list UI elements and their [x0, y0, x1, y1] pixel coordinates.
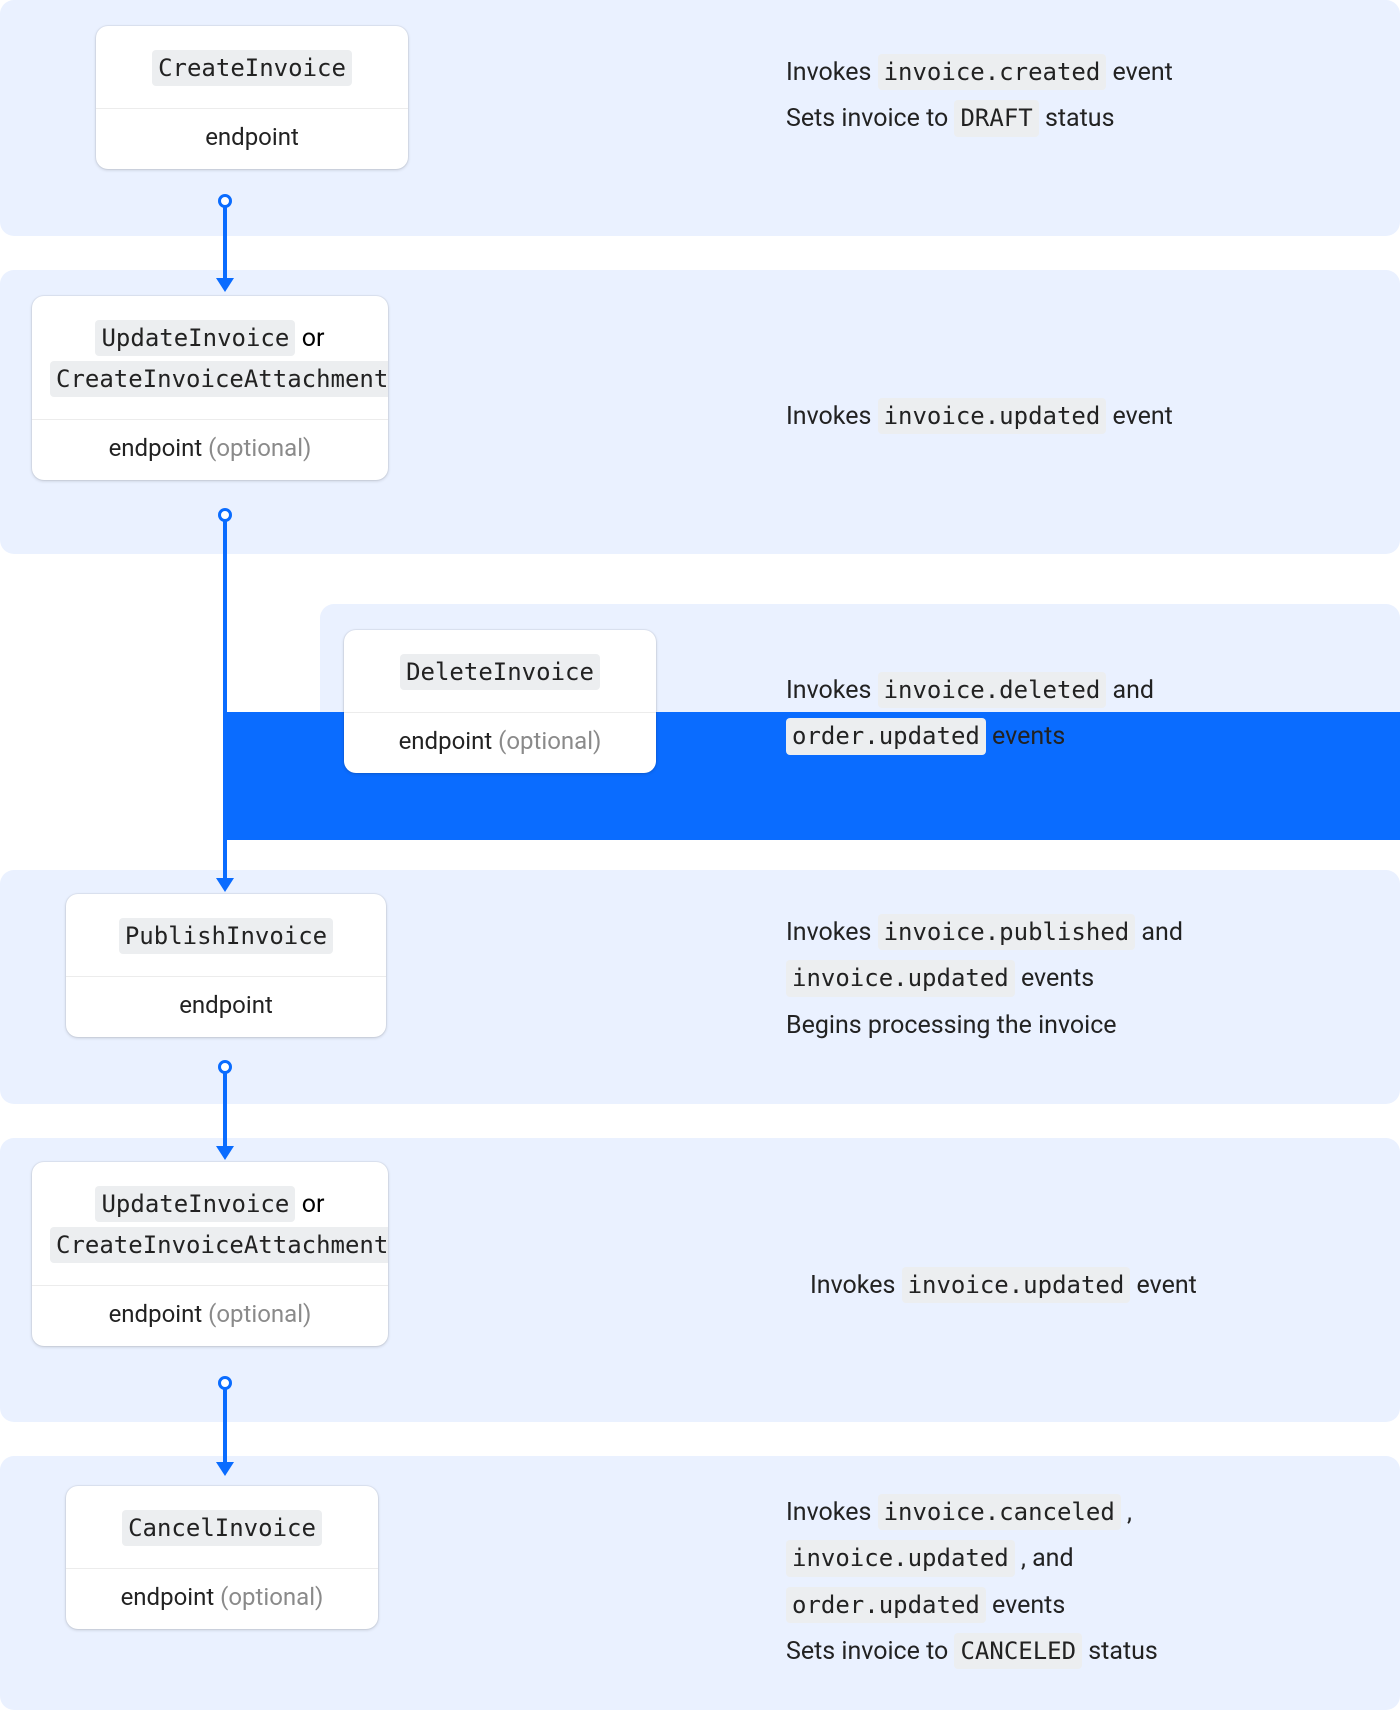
desc-create-invoice: Invokes invoice.created event Sets invoi…	[786, 50, 1173, 143]
code-delete-invoice: DeleteInvoice	[400, 654, 600, 690]
card-subtitle: endpoint	[399, 727, 493, 755]
card-update-invoice-1: UpdateInvoice or CreateInvoiceAttachment…	[32, 296, 388, 480]
card-subtitle: endpoint	[121, 1583, 215, 1611]
desc-delete-invoice: Invokes invoice.deleted and order.update…	[786, 668, 1154, 761]
card-subtitle: endpoint	[205, 123, 299, 151]
card-create-invoice: CreateInvoice endpoint	[96, 26, 408, 169]
card-subtitle: endpoint	[109, 1300, 203, 1328]
code-create-attachment: CreateInvoiceAttachment	[50, 1227, 388, 1263]
card-subtitle: endpoint	[179, 991, 273, 1019]
desc-cancel-invoice: Invokes invoice.canceled , invoice.updat…	[786, 1490, 1158, 1675]
code-update-invoice: UpdateInvoice	[95, 320, 295, 356]
code-create-attachment: CreateInvoiceAttachment	[50, 361, 388, 397]
card-cancel-invoice: CancelInvoice endpoint (optional)	[66, 1486, 378, 1629]
invoice-lifecycle-diagram: CreateInvoice endpoint Invokes invoice.c…	[0, 0, 1400, 1710]
card-delete-invoice: DeleteInvoice endpoint (optional)	[344, 630, 656, 773]
code-create-invoice: CreateInvoice	[152, 50, 352, 86]
card-subtitle: endpoint	[109, 434, 203, 462]
code-cancel-invoice: CancelInvoice	[122, 1510, 322, 1546]
desc-update-invoice-2: Invokes invoice.updated event	[810, 1263, 1197, 1309]
card-update-invoice-2: UpdateInvoice or CreateInvoiceAttachment…	[32, 1162, 388, 1346]
desc-publish-invoice: Invokes invoice.published and invoice.up…	[786, 910, 1183, 1049]
code-update-invoice: UpdateInvoice	[95, 1186, 295, 1222]
desc-update-invoice-1: Invokes invoice.updated event	[786, 394, 1173, 440]
code-publish-invoice: PublishInvoice	[119, 918, 333, 954]
card-publish-invoice: PublishInvoice endpoint	[66, 894, 386, 1037]
